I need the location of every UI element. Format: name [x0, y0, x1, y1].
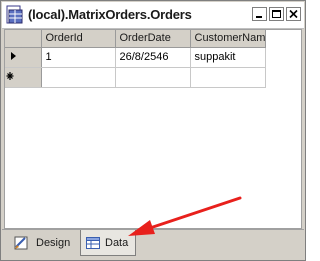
close-icon [289, 9, 298, 19]
minimize-icon [256, 16, 262, 18]
view-tab-bar: Design Data [2, 229, 304, 260]
column-header[interactable]: OrderDate [115, 30, 191, 48]
tab-data[interactable]: Data [80, 230, 136, 256]
minimize-button[interactable] [252, 7, 267, 21]
row-selector[interactable] [5, 47, 42, 68]
maximize-button[interactable] [269, 7, 284, 21]
table-cell[interactable] [190, 67, 267, 88]
tab-label: Design [36, 237, 71, 249]
table-document-icon [6, 5, 23, 24]
results-grid-area: OrderId OrderDate CustomerNam 1 26/8/254… [4, 29, 302, 229]
row-selector[interactable] [5, 67, 42, 88]
column-header[interactable]: OrderId [41, 30, 116, 48]
grid-header-row: OrderId OrderDate CustomerNam [5, 30, 267, 48]
maximize-icon [272, 10, 281, 18]
design-icon [14, 236, 28, 250]
data-grid-icon [86, 237, 100, 249]
column-header[interactable]: CustomerNam [190, 30, 267, 48]
current-row-icon [11, 51, 16, 60]
table-cell[interactable]: 1 [41, 47, 116, 68]
query-window: (local).MatrixOrders.Orders OrderId Orde… [0, 0, 306, 261]
tab-label: Data [105, 237, 129, 249]
table-cell[interactable]: 26/8/2546 [115, 47, 191, 68]
tab-design[interactable]: Design [4, 230, 76, 256]
new-row[interactable] [5, 67, 267, 88]
close-button[interactable] [286, 7, 301, 21]
grid-corner[interactable] [5, 30, 42, 48]
new-row-icon [6, 71, 14, 80]
results-grid: OrderId OrderDate CustomerNam 1 26/8/254… [5, 30, 267, 88]
title-bar[interactable]: (local).MatrixOrders.Orders [2, 2, 304, 29]
table-row[interactable]: 1 26/8/2546 suppakit [5, 47, 267, 68]
table-cell[interactable]: suppakit [190, 47, 267, 68]
table-cell[interactable] [41, 67, 116, 88]
table-cell[interactable] [115, 67, 191, 88]
window-title: (local).MatrixOrders.Orders [28, 7, 192, 22]
